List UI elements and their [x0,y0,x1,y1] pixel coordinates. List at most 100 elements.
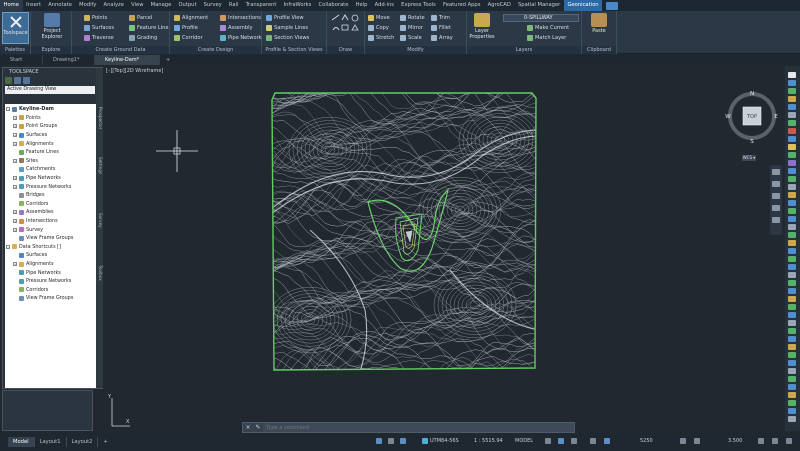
annotation-visibility-icon[interactable] [680,438,686,444]
alignment-button[interactable]: Alignment [174,14,208,22]
tab-help[interactable]: Help [352,0,371,11]
toolbar-icon[interactable] [788,144,796,150]
toolbar-icon[interactable] [788,88,796,94]
sample-lines-button[interactable]: Sample Lines [266,24,308,32]
lineweight-value[interactable]: 5250 [640,437,653,446]
intersections-button[interactable]: Intersections [220,14,261,22]
toolbar-icon[interactable] [788,344,796,350]
pipe-network-button[interactable]: Pipe Network [220,34,262,42]
assembly-button[interactable]: Assembly [220,24,253,32]
contour-surface-drawing[interactable] [270,90,538,372]
side-tab-settings[interactable]: Settings [96,150,103,182]
toolbar-icon[interactable] [788,408,796,414]
profile-button[interactable]: Profile [174,24,198,32]
toolbar-icon[interactable] [788,208,796,214]
tab-add-ins[interactable]: Add-ins [371,0,398,11]
make-current-button[interactable]: Make Current [527,24,569,32]
tab-manage[interactable]: Manage [147,0,175,11]
grading-button[interactable]: Grading [129,34,157,42]
tab-agrocad[interactable]: AgroCAD [484,0,514,11]
showmotion-icon[interactable] [772,217,780,223]
rotate-button[interactable]: Rotate [400,14,425,22]
toolbar-icon[interactable] [788,392,796,398]
toolspace-tool-icon[interactable] [23,77,30,84]
tab-insert[interactable]: Insert [23,0,45,11]
tab-featured-apps[interactable]: Featured Apps [439,0,484,11]
trim-button[interactable]: Trim [431,14,450,22]
paste-button[interactable]: Paste [586,13,612,34]
transparency-icon[interactable] [604,438,610,444]
tab-analyze[interactable]: Analyze [100,0,128,11]
tab-home[interactable]: Home [0,0,23,11]
tab-transparent[interactable]: Transparent [242,0,280,11]
annotation-scale[interactable]: 1 : 5515.94 [474,437,503,446]
doc-tab-keyline-dam[interactable]: Keyline-Dam* [95,55,160,65]
toolbar-icon[interactable] [788,376,796,382]
tree-item[interactable]: + Alignments [13,139,54,148]
toolbar-icon[interactable] [788,368,796,374]
tree-item[interactable]: Corridors [19,200,48,209]
layer-dropdown[interactable]: 0-SPILLWAY [503,14,579,22]
draw-tools-icon[interactable] [331,14,361,42]
globe-icon[interactable] [422,438,428,444]
tree-item[interactable]: Bridges [19,191,45,200]
toolbar-icon[interactable] [788,240,796,246]
fillet-button[interactable]: Fillet [431,24,451,32]
toolbar-icon[interactable] [788,328,796,334]
scale-button[interactable]: Scale [400,34,422,42]
toolbar-icon[interactable] [788,272,796,278]
tree-shortcuts-root[interactable]: − Data Shortcuts [] [6,243,61,252]
feature-line-button[interactable]: Feature Line [129,24,168,32]
tree-item[interactable]: + Pressure Networks [13,182,71,191]
tree-item[interactable]: + Sites [13,157,38,166]
tab-survey[interactable]: Survey [200,0,225,11]
tree-item[interactable]: Catchments [19,165,55,174]
osnap-icon[interactable] [558,438,564,444]
toolbar-icon[interactable] [788,200,796,206]
points-button[interactable]: Points [84,14,107,22]
toolbar-icon[interactable] [788,304,796,310]
toolspace-button[interactable]: Toolspace [2,12,29,44]
corridor-button[interactable]: Corridor [174,34,203,42]
toolbar-icon[interactable] [788,168,796,174]
tree-item[interactable]: + Surfaces [13,131,47,140]
toolbar-icon[interactable] [788,416,796,422]
tree-item[interactable]: + Points [13,114,41,123]
copy-button[interactable]: Copy [368,24,389,32]
ortho-icon[interactable] [400,438,406,444]
toolbar-icon[interactable] [788,224,796,230]
model-space-toggle[interactable]: MODEL [515,437,533,446]
toolbar-icon[interactable] [788,296,796,302]
toolbar-icon[interactable] [788,256,796,262]
compass-e[interactable]: E [774,114,778,120]
tree-item[interactable]: Pipe Networks [19,268,61,277]
toolbar-icon[interactable] [788,288,796,294]
compass-n[interactable]: N [750,91,754,97]
stretch-button[interactable]: Stretch [368,34,394,42]
tab-geonication[interactable]: Geonication [563,0,603,11]
toolspace-view-select[interactable]: Active Drawing View [5,86,95,94]
tab-collaborate[interactable]: Collaborate [315,0,352,11]
toolspace-tool-icon[interactable] [14,77,21,84]
toolbar-icon[interactable] [788,80,796,86]
side-tab-prospector[interactable]: Prospector [96,98,103,138]
tree-item[interactable]: Pressure Networks [19,277,71,286]
viewcube-top[interactable]: TOP [746,114,757,120]
orbit-icon[interactable] [772,205,780,211]
lineweight-icon[interactable] [590,438,596,444]
toolbar-icon[interactable] [788,184,796,190]
customization-menu-icon[interactable] [786,438,792,444]
tab-rail[interactable]: Rail [225,0,242,11]
parcel-button[interactable]: Parcel [129,14,152,22]
tab-view[interactable]: View [128,0,148,11]
toolbar-icon[interactable] [788,104,796,110]
tab-infraworks[interactable]: InfraWorks [280,0,315,11]
add-layout-button[interactable]: + [98,437,112,447]
tab-spatial-manager[interactable]: Spatial Manager [514,0,563,11]
workspace-gear-icon[interactable] [694,438,700,444]
layout-tab-layout2[interactable]: Layout2 [67,437,99,447]
side-tab-toolbox[interactable]: Toolbox [96,258,103,288]
toolbar-icon[interactable] [788,112,796,118]
full-navigation-wheel-icon[interactable] [772,169,780,175]
toolbar-icon[interactable] [788,120,796,126]
